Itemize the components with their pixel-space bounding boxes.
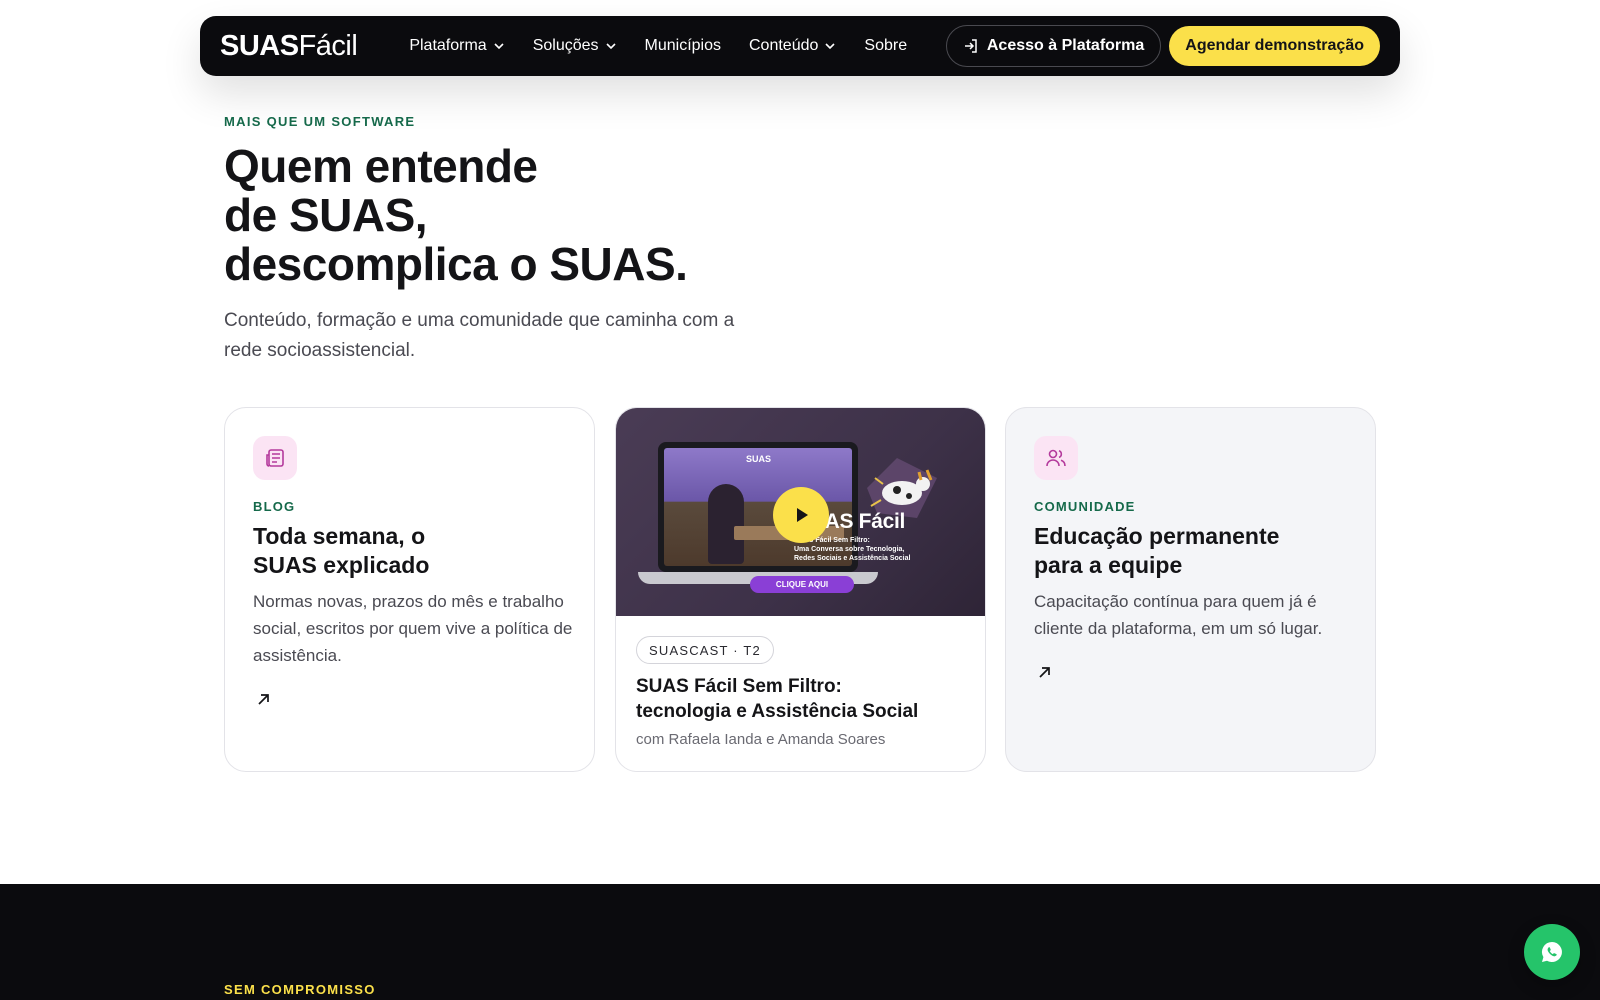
video-thumbnail[interactable]: SUAS SUAS Fácil SUAS Fácil Sem Filtro: U… — [616, 408, 985, 616]
nav-actions: Acesso à Plataforma Agendar demonstração — [945, 25, 1380, 67]
section-headline: Quem entende de SUAS, descomplica o SUAS… — [224, 142, 924, 289]
login-icon — [964, 39, 977, 53]
menu-item-label: Municípios — [644, 37, 721, 54]
menu-item-label: Sobre — [864, 37, 908, 54]
card-title-line: Educação permanente — [1034, 523, 1280, 549]
menu-item-label: Plataforma — [409, 37, 487, 54]
headline-line: Quem entende — [224, 140, 538, 192]
thumbnail-subtitle-line: Redes Sociais e Assistência Social — [794, 555, 911, 562]
blog-card[interactable]: BLOG Toda semana, o SUAS explicado Norma… — [224, 407, 595, 772]
click-here-badge: CLIQUE AQUI — [750, 576, 854, 593]
thumbnail-subtitle-line: Uma Conversa sobre Tecnologia, — [794, 546, 905, 553]
logo-light-text: Fácil — [298, 29, 358, 62]
community-card[interactable]: COMUNIDADE Educação permanente para a eq… — [1005, 407, 1376, 772]
card-tag: COMUNIDADE — [1034, 499, 1136, 514]
section-eyebrow: MAIS QUE UM SOFTWARE — [224, 114, 416, 129]
menu-item-plataforma[interactable]: Plataforma — [409, 37, 504, 55]
card-title-line: Toda semana, o — [253, 523, 426, 549]
play-button[interactable] — [773, 487, 829, 543]
schedule-demo-button[interactable]: Agendar demonstração — [1169, 26, 1380, 66]
menu-item-municipios[interactable]: Municípios — [645, 37, 721, 55]
arrow-up-right-icon[interactable] — [255, 690, 273, 708]
card-description: Normas novas, prazos do mês e trabalho s… — [253, 592, 573, 665]
episode-hosts: com Rafaela Ianda e Amanda Soares — [636, 731, 886, 748]
card-title-line: tecnologia e Assistência Social — [636, 701, 919, 722]
play-icon — [797, 508, 808, 522]
podcast-card[interactable]: SUAS SUAS Fácil SUAS Fácil Sem Filtro: U… — [615, 407, 986, 772]
main-menu: Plataforma Soluções Municípios Conteúdo … — [409, 37, 935, 55]
section-subtitle: Conteúdo, formação e uma comunidade que … — [224, 310, 735, 361]
dark-section: SEM COMPROMISSO — [0, 884, 1600, 1000]
card-description: Capacitação contínua para quem já é clie… — [1034, 592, 1323, 638]
episode-pill: SUASCAST · T2 — [636, 636, 774, 664]
arrow-up-right-icon[interactable] — [1036, 663, 1054, 681]
platform-access-label: Acesso à Plataforma — [986, 37, 1145, 54]
host-figure — [708, 484, 744, 564]
newspaper-icon — [253, 436, 297, 480]
card-title: Toda semana, o SUAS explicado — [253, 522, 573, 580]
whatsapp-icon — [1542, 942, 1562, 962]
chevron-down-icon — [605, 43, 616, 50]
card-title-line: SUAS explicado — [253, 552, 430, 578]
whatsapp-button[interactable] — [1524, 924, 1580, 980]
logo-bold-text: SUAS — [220, 29, 299, 62]
menu-item-label: Soluções — [532, 37, 599, 54]
dark-section-eyebrow: SEM COMPROMISSO — [224, 982, 376, 997]
card-title: SUAS Fácil Sem Filtro: tecnologia e Assi… — [636, 674, 956, 724]
platform-access-button[interactable]: Acesso à Plataforma — [945, 25, 1162, 67]
card-tag: BLOG — [253, 499, 296, 514]
card-title-line: SUAS Fácil Sem Filtro: — [636, 676, 842, 697]
chevron-down-icon — [825, 43, 835, 50]
users-icon — [1034, 436, 1078, 480]
card-title-line: para a equipe — [1034, 552, 1183, 578]
menu-item-solucoes[interactable]: Soluções — [533, 37, 617, 55]
card-title: Educação permanente para a equipe — [1034, 522, 1354, 580]
headline-line: de SUAS, — [224, 189, 428, 241]
menu-item-sobre[interactable]: Sobre — [864, 37, 907, 55]
suasfacil-logo[interactable]: SUAS Fácil — [220, 29, 358, 63]
mini-logo: SUAS — [746, 454, 772, 464]
menu-item-conteudo[interactable]: Conteúdo — [749, 37, 836, 55]
top-navbar: SUAS Fácil Plataforma Soluções Municípios… — [200, 16, 1400, 76]
chevron-down-icon — [494, 43, 504, 50]
menu-item-label: Conteúdo — [749, 37, 819, 54]
headline-line: descomplica o SUAS. — [224, 238, 688, 290]
